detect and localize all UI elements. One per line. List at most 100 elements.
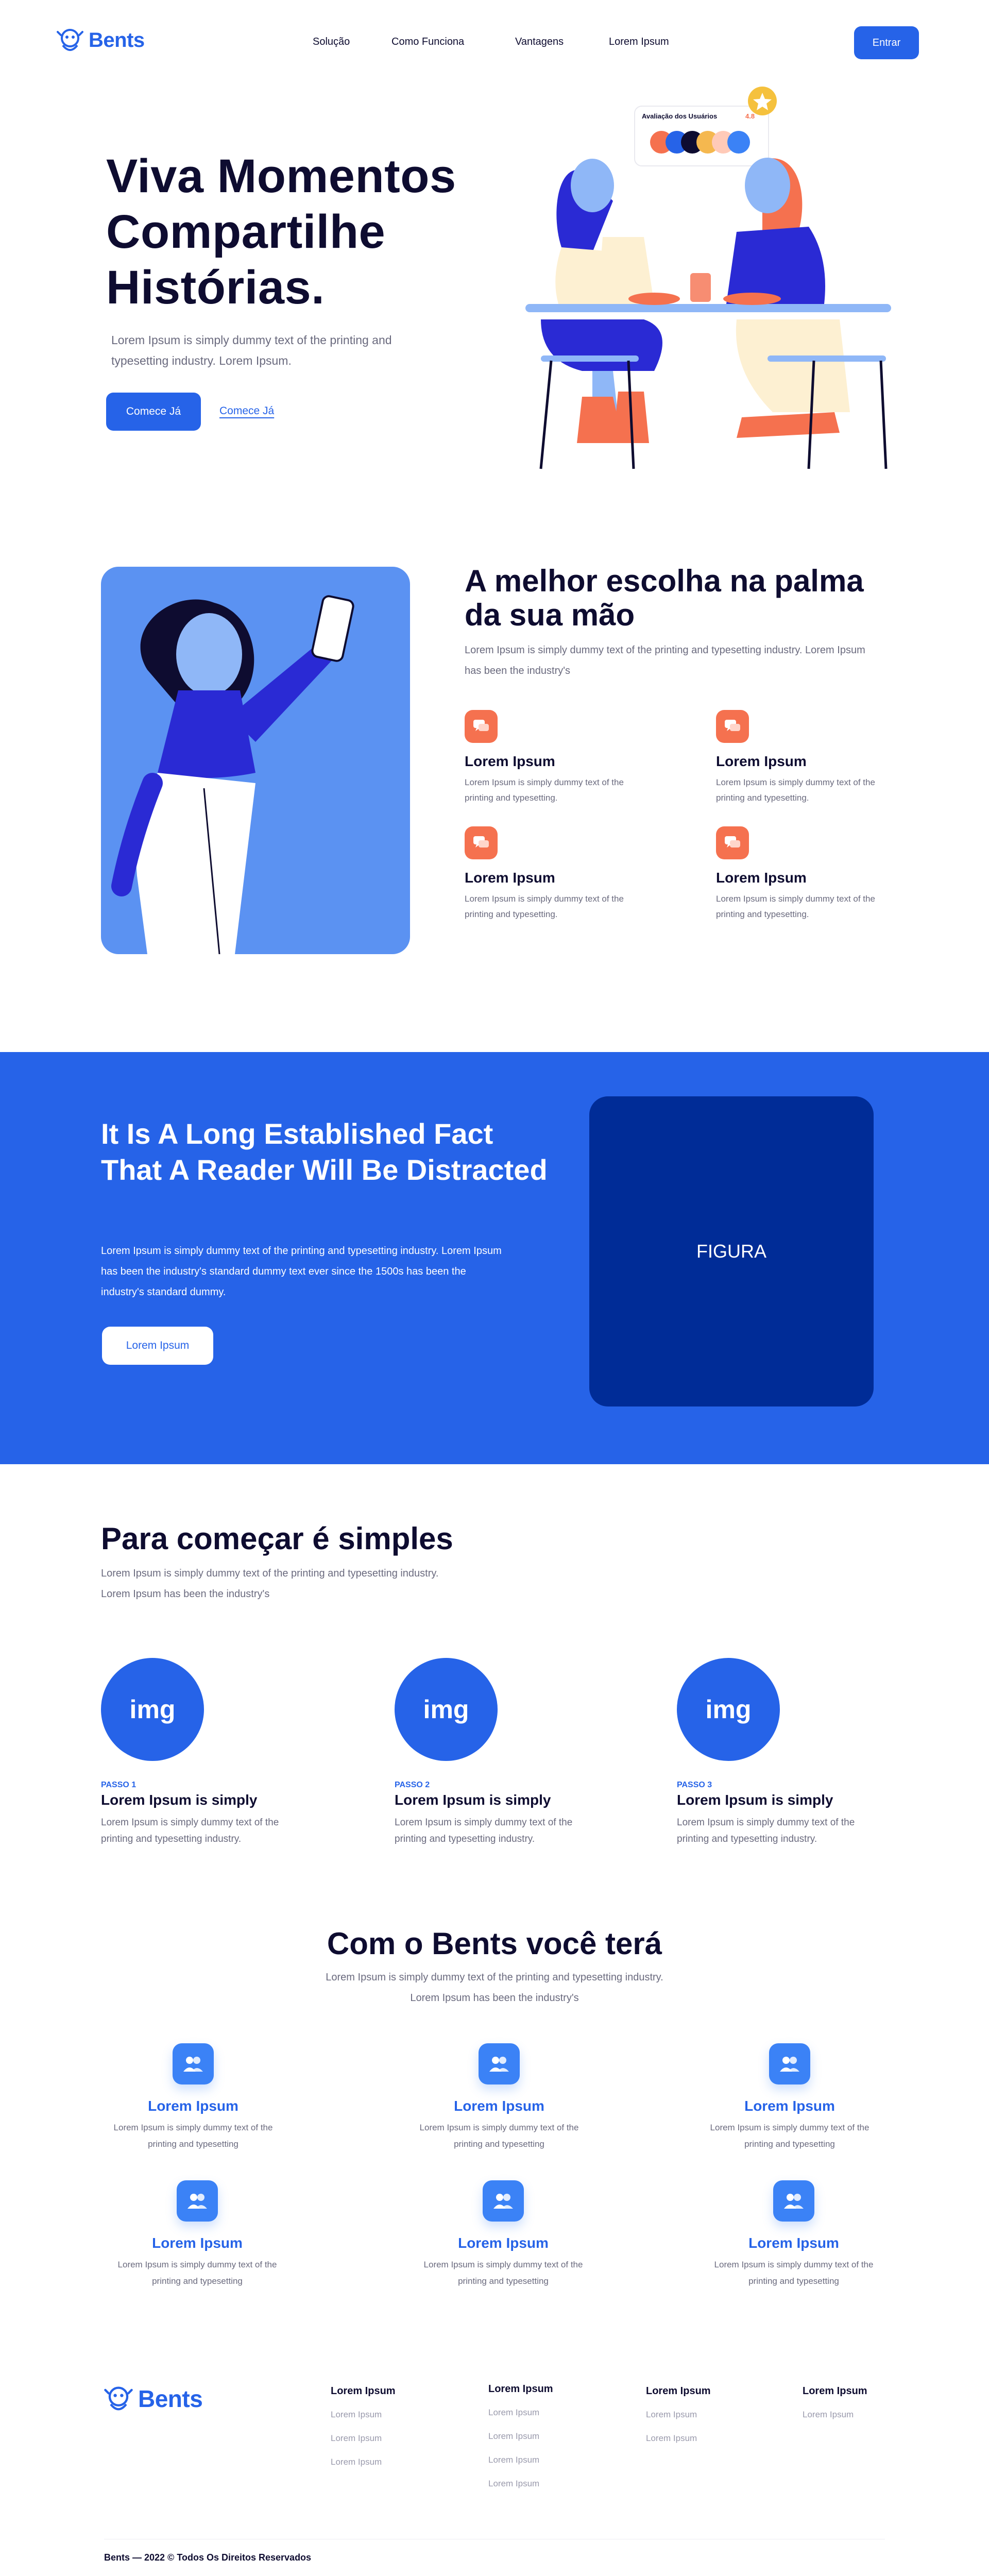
users-icon: [769, 2043, 810, 2084]
step-image-placeholder: img: [101, 1658, 204, 1761]
benefit-title: Lorem Ipsum: [152, 2235, 243, 2251]
benefit-title: Lorem Ipsum: [454, 2098, 544, 2114]
header-logo[interactable]: Bents: [57, 25, 145, 56]
feature-item: Lorem Ipsum Lorem Ipsum is simply dummy …: [465, 826, 671, 922]
benefit-title: Lorem Ipsum: [148, 2098, 238, 2114]
hero-secondary-cta[interactable]: Comece Já: [219, 405, 274, 417]
banner-title: It Is A Long Established Fact That A Rea…: [101, 1117, 548, 1186]
footer-copyright: Bents — 2022 © Todos Os Direitos Reserva…: [104, 2552, 312, 2563]
footer-link[interactable]: Lorem Ipsum: [331, 2410, 396, 2420]
footer-column-head: Lorem Ipsum: [488, 2383, 553, 2395]
feature-item: Lorem Ipsum Lorem Ipsum is simply dummy …: [716, 710, 922, 806]
chat-icon: [465, 826, 498, 859]
hero-title-line-3: Histórias.: [106, 261, 325, 314]
footer-column-head: Lorem Ipsum: [331, 2385, 396, 2397]
benefit-item: Lorem Ipsum Lorem Ipsum is simply dummy …: [704, 2180, 884, 2290]
footer-link[interactable]: Lorem Ipsum: [331, 2433, 396, 2444]
logo-text: Bents: [89, 28, 145, 52]
feature-item-desc: Lorem Ipsum is simply dummy text of the …: [465, 777, 624, 803]
benefit-desc: Lorem Ipsum is simply dummy text of the …: [423, 2260, 583, 2286]
benefit-title: Lorem Ipsum: [744, 2098, 835, 2114]
login-button[interactable]: Entrar: [854, 26, 919, 59]
benefit-item: Lorem Ipsum Lorem Ipsum is simply dummy …: [107, 2180, 287, 2290]
benefit-item: Lorem Ipsum Lorem Ipsum is simply dummy …: [700, 2043, 880, 2153]
footer-link[interactable]: Lorem Ipsum: [488, 2455, 553, 2465]
step-title: Lorem Ipsum is simply: [395, 1792, 551, 1808]
feature-item-desc: Lorem Ipsum is simply dummy text of the …: [465, 894, 624, 919]
benefit-title: Lorem Ipsum: [748, 2235, 839, 2251]
steps-title: Para começar é simples: [101, 1521, 453, 1556]
benefit-item: Lorem Ipsum Lorem Ipsum is simply dummy …: [409, 2043, 589, 2153]
footer-column-head: Lorem Ipsum: [803, 2385, 867, 2397]
footer-logo[interactable]: Bents: [104, 2382, 203, 2415]
nav-link-vantagens[interactable]: Vantagens: [515, 36, 564, 48]
step-image-placeholder: img: [677, 1658, 780, 1761]
benefits-subtitle: Lorem Ipsum is simply dummy text of the …: [326, 1972, 663, 2004]
footer-link[interactable]: Lorem Ipsum: [331, 2457, 396, 2467]
footer-link[interactable]: Lorem Ipsum: [488, 2408, 553, 2418]
nav-link-lorem-ipsum[interactable]: Lorem Ipsum: [609, 36, 669, 48]
footer-column: Lorem Ipsum Lorem Ipsum Lorem Ipsum Lore…: [331, 2385, 396, 2467]
chat-icon: [716, 826, 749, 859]
feature-item-desc: Lorem Ipsum is simply dummy text of the …: [716, 894, 875, 919]
users-icon: [483, 2180, 524, 2222]
hero-primary-cta[interactable]: Comece Já: [106, 393, 201, 431]
logo-icon: [57, 29, 83, 51]
step-title: Lorem Ipsum is simply: [101, 1792, 258, 1808]
step-tag: PASSO 1: [101, 1781, 137, 1789]
friends-dining-illustration: [525, 87, 891, 469]
hero-title-line-2: Compartilhe: [106, 206, 386, 258]
features-subtitle: Lorem Ipsum is simply dummy text of the …: [465, 645, 865, 676]
logo-icon: [104, 2386, 133, 2411]
step-item: img PASSO 3 Lorem Ipsum is simply Lorem …: [677, 1658, 893, 1848]
hero-illustration: Avaliação dos Usuários 4.8: [520, 82, 901, 474]
banner-button[interactable]: Lorem Ipsum: [102, 1327, 213, 1365]
banner-section: It Is A Long Established Fact That A Rea…: [0, 1052, 989, 1464]
benefits-title: Com o Bents você terá: [327, 1926, 662, 1961]
users-icon: [177, 2180, 218, 2222]
benefit-desc: Lorem Ipsum is simply dummy text of the …: [714, 2260, 874, 2286]
logo-text: Bents: [138, 2385, 203, 2412]
step-desc: Lorem Ipsum is simply dummy text of the …: [677, 1817, 855, 1844]
footer-link[interactable]: Lorem Ipsum: [488, 2479, 553, 2489]
footer-column: Lorem Ipsum Lorem Ipsum Lorem Ipsum: [646, 2385, 711, 2444]
feature-item-title: Lorem Ipsum: [716, 870, 807, 886]
benefit-desc: Lorem Ipsum is simply dummy text of the …: [419, 2123, 579, 2149]
hero-title: Viva Momentos Compartilhe Histórias.: [106, 148, 477, 315]
features-title: A melhor escolha na palma da sua mão: [465, 564, 864, 632]
benefit-item: Lorem Ipsum Lorem Ipsum is simply dummy …: [103, 2043, 283, 2153]
feature-item: Lorem Ipsum Lorem Ipsum is simply dummy …: [716, 826, 922, 922]
banner-body: Lorem Ipsum is simply dummy text of the …: [101, 1245, 502, 1298]
banner-figure-placeholder: FIGURA: [589, 1096, 874, 1406]
step-tag: PASSO 3: [677, 1781, 712, 1789]
step-tag: PASSO 2: [395, 1781, 430, 1789]
feature-item-title: Lorem Ipsum: [465, 870, 555, 886]
feature-item: Lorem Ipsum Lorem Ipsum is simply dummy …: [465, 710, 671, 806]
step-title: Lorem Ipsum is simply: [677, 1792, 833, 1808]
footer-link[interactable]: Lorem Ipsum: [646, 2433, 711, 2444]
feature-item-desc: Lorem Ipsum is simply dummy text of the …: [716, 777, 875, 803]
benefit-desc: Lorem Ipsum is simply dummy text of the …: [113, 2123, 273, 2149]
footer-link[interactable]: Lorem Ipsum: [803, 2410, 867, 2420]
nav-link-como-funciona[interactable]: Como Funciona: [391, 36, 464, 48]
footer-column-head: Lorem Ipsum: [646, 2385, 711, 2397]
users-icon: [173, 2043, 214, 2084]
benefit-title: Lorem Ipsum: [458, 2235, 549, 2251]
features-illustration: [101, 567, 410, 954]
footer-link[interactable]: Lorem Ipsum: [646, 2410, 711, 2420]
footer-column: Lorem Ipsum Lorem Ipsum Lorem Ipsum Lore…: [488, 2383, 553, 2489]
step-item: img PASSO 1 Lorem Ipsum is simply Lorem …: [101, 1658, 317, 1848]
footer-link[interactable]: Lorem Ipsum: [488, 2431, 553, 2442]
feature-item-title: Lorem Ipsum: [716, 753, 807, 769]
step-item: img PASSO 2 Lorem Ipsum is simply Lorem …: [395, 1658, 611, 1848]
nav-link-solucao[interactable]: Solução: [313, 36, 350, 48]
benefit-desc: Lorem Ipsum is simply dummy text of the …: [710, 2123, 869, 2149]
chat-icon: [716, 710, 749, 743]
woman-with-phone-illustration: [111, 595, 354, 954]
footer-column: Lorem Ipsum Lorem Ipsum: [803, 2385, 867, 2420]
users-icon: [479, 2043, 520, 2084]
rating-label: Avaliação dos Usuários: [642, 112, 718, 120]
rating-value: 4.8: [745, 112, 755, 120]
benefit-item: Lorem Ipsum Lorem Ipsum is simply dummy …: [413, 2180, 593, 2290]
steps-subtitle: Lorem Ipsum is simply dummy text of the …: [101, 1568, 439, 1600]
